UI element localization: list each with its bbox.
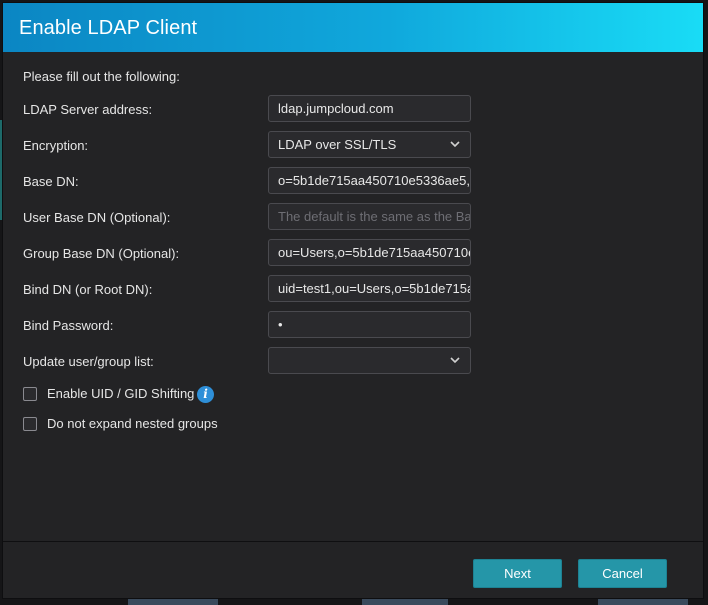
- base-dn-label: Base DN:: [23, 174, 79, 189]
- next-button[interactable]: Next: [473, 559, 562, 588]
- encryption-label: Encryption:: [23, 138, 89, 153]
- base-dn-input[interactable]: o=5b1de715aa450710e5336ae5,dc=jumpcloud,…: [268, 167, 471, 194]
- uid-gid-shifting-label: Enable UID / GID Shifting: [47, 386, 195, 401]
- ldap-server-label: LDAP Server address:: [23, 102, 153, 117]
- group-base-dn-label: Group Base DN (Optional):: [23, 246, 180, 261]
- bind-password-label: Bind Password:: [23, 318, 114, 333]
- bind-password-input[interactable]: •: [268, 311, 471, 338]
- update-list-label: Update user/group list:: [23, 354, 154, 369]
- encryption-select[interactable]: LDAP over SSL/TLS: [268, 131, 471, 158]
- info-icon[interactable]: i: [197, 386, 214, 403]
- user-base-dn-label: User Base DN (Optional):: [23, 210, 171, 225]
- nested-groups-label: Do not expand nested groups: [47, 416, 218, 431]
- bind-dn-input[interactable]: uid=test1,ou=Users,o=5b1de715aa450710e53…: [268, 275, 471, 302]
- ldap-client-dialog: Enable LDAP Client Please fill out the f…: [3, 3, 703, 598]
- user-base-dn-input[interactable]: The default is the same as the Base DN: [268, 203, 471, 230]
- ldap-server-input[interactable]: ldap.jumpcloud.com: [268, 95, 471, 122]
- background-taskbar-item: [128, 598, 218, 605]
- chevron-down-icon: [450, 357, 460, 364]
- nested-groups-checkbox[interactable]: [23, 417, 37, 431]
- form-instructions: Please fill out the following:: [23, 69, 180, 84]
- dialog-title: Enable LDAP Client: [19, 17, 198, 39]
- background-taskbar-item: [362, 598, 448, 605]
- group-base-dn-input[interactable]: ou=Users,o=5b1de715aa450710e5336ae5,dc=j…: [268, 239, 471, 266]
- dialog-header: Enable LDAP Client: [3, 3, 703, 52]
- background-taskbar-item: [598, 598, 688, 605]
- encryption-selected-value: LDAP over SSL/TLS: [278, 137, 397, 152]
- chevron-down-icon: [450, 141, 460, 148]
- footer-divider: [3, 541, 703, 542]
- update-list-select[interactable]: [268, 347, 471, 374]
- bind-dn-label: Bind DN (or Root DN):: [23, 282, 153, 297]
- cancel-button[interactable]: Cancel: [578, 559, 667, 588]
- uid-gid-shifting-checkbox[interactable]: [23, 387, 37, 401]
